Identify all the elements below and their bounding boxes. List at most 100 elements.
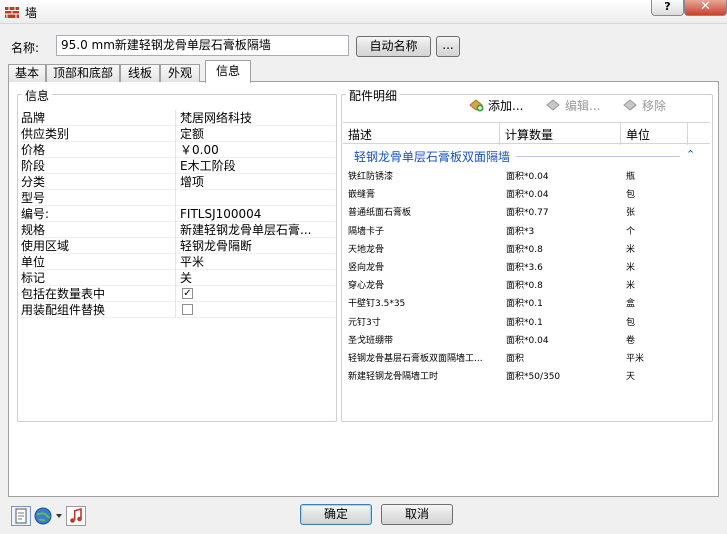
parts-table-row[interactable]: 圣戈班绷带 面积*0.04 卷 <box>348 332 688 350</box>
info-row-model[interactable]: 型号 <box>21 190 335 206</box>
part-description: 轻钢龙骨基层石膏板双面隔墙工... <box>348 354 483 364</box>
title-bar: 墙 ? ✕ <box>0 0 727 24</box>
window-title: 墙 <box>25 6 38 20</box>
name-input[interactable]: 95.0 mm新建轻钢龙骨单层石膏板隔墙 <box>56 35 349 56</box>
collapse-icon[interactable]: ⌃ <box>686 148 695 161</box>
part-quantity: 面积*0.77 <box>506 208 549 219</box>
parts-table-row[interactable]: 竖向龙骨 面积*3.6 米 <box>348 259 688 277</box>
part-description: 天地龙骨 <box>348 244 385 255</box>
tab-top-bottom[interactable]: 顶部和底部 <box>46 64 120 82</box>
tab-appearance[interactable]: 外观 <box>160 64 200 82</box>
parts-section-title[interactable]: 轻钢龙骨单层石膏板双面隔墙 <box>354 148 510 165</box>
info-value: 梵居网络科技 <box>180 111 253 125</box>
chevron-down-icon[interactable] <box>54 506 64 526</box>
parts-table-row[interactable]: 新建轻钢龙骨隔墙工时 面积*50/350 天 <box>348 368 688 386</box>
column-header-unit[interactable]: 单位 <box>626 126 650 143</box>
document-icon[interactable] <box>11 506 31 526</box>
name-label: 名称: <box>11 41 40 55</box>
part-quantity: 面积*3 <box>506 226 535 237</box>
parts-table-row[interactable]: 铁红防锈漆 面积*0.04 瓶 <box>348 168 688 186</box>
help-button[interactable]: ? <box>651 0 684 16</box>
section-divider <box>516 156 680 157</box>
part-unit: 天 <box>626 372 636 383</box>
info-key: 包括在数量表中 <box>21 286 176 302</box>
wall-dialog: 墙 ? ✕ 名称: 95.0 mm新建轻钢龙骨单层石膏板隔墙 自动名称 ... … <box>0 0 727 534</box>
tab-basic[interactable]: 基本 <box>8 64 46 82</box>
part-description: 隔墙卡子 <box>348 226 385 237</box>
remove-part-button[interactable]: 移除 <box>622 98 666 114</box>
add-part-button[interactable]: 添加... <box>468 98 523 114</box>
part-description: 铁红防锈漆 <box>348 172 394 182</box>
remove-part-label: 移除 <box>642 99 667 113</box>
add-icon <box>469 99 484 112</box>
ok-button[interactable]: 确定 <box>300 504 372 525</box>
info-row-category[interactable]: 分类 增项 <box>21 174 335 190</box>
info-value: 平米 <box>180 255 205 269</box>
add-part-label: 添加... <box>488 99 524 113</box>
info-key: 规格 <box>21 222 176 238</box>
more-button[interactable]: ... <box>436 36 460 57</box>
part-unit: 包 <box>626 317 636 328</box>
part-unit: 米 <box>626 281 636 292</box>
parts-table-row[interactable]: 普通纸面石膏板 面积*0.77 张 <box>348 204 688 222</box>
wall-icon <box>5 7 19 18</box>
edit-part-label: 编辑... <box>565 99 601 113</box>
info-key: 编号: <box>21 206 176 222</box>
column-header-description[interactable]: 描述 <box>348 126 372 143</box>
tab-molding[interactable]: 线板 <box>120 64 160 82</box>
part-unit: 个 <box>626 226 636 237</box>
column-header-quantity[interactable]: 计算数量 <box>505 126 553 143</box>
part-unit: 平米 <box>626 354 645 364</box>
info-key: 使用区域 <box>21 238 176 254</box>
part-description: 圣戈班绷带 <box>348 335 394 346</box>
info-row-stage[interactable]: 阶段 E木工阶段 <box>21 158 335 174</box>
part-description: 穿心龙骨 <box>348 281 385 292</box>
part-unit: 米 <box>626 263 636 273</box>
info-row-replace-assembly: 用装配组件替换 <box>21 302 335 318</box>
part-quantity: 面积*0.8 <box>506 281 543 292</box>
parts-table-row[interactable]: 轻钢龙骨基层石膏板双面隔墙工... 面积 平米 <box>348 350 688 368</box>
part-unit: 米 <box>626 244 636 255</box>
info-row-spec[interactable]: 规格 新建轻钢龙骨单层石膏... <box>21 222 335 238</box>
info-key: 型号 <box>21 190 176 206</box>
globe-icon[interactable] <box>33 506 53 526</box>
music-note-icon[interactable] <box>66 506 86 526</box>
info-row-supply[interactable]: 供应类别 定额 <box>21 126 335 142</box>
info-value: 轻钢龙骨隔断 <box>180 239 253 253</box>
part-description: 干壁钉3.5*35 <box>348 299 406 310</box>
part-description: 普通纸面石膏板 <box>348 208 412 219</box>
close-button[interactable]: ✕ <box>684 0 727 16</box>
part-quantity: 面积*0.04 <box>506 335 549 346</box>
info-group-title: 信息 <box>22 87 53 104</box>
part-quantity: 面积*50/350 <box>506 372 561 383</box>
parts-table-row[interactable]: 穿心龙骨 面积*0.8 米 <box>348 277 688 295</box>
info-row-area[interactable]: 使用区域 轻钢龙骨隔断 <box>21 238 335 254</box>
info-row-mark[interactable]: 标记 关 <box>21 270 335 286</box>
cancel-button[interactable]: 取消 <box>381 504 453 525</box>
parts-table-row[interactable]: 元钉3寸 面积*0.1 包 <box>348 314 688 332</box>
parts-table-row[interactable]: 天地龙骨 面积*0.8 米 <box>348 241 688 259</box>
parts-table-row[interactable]: 隔墙卡子 面积*3 个 <box>348 223 688 241</box>
info-key: 价格 <box>21 142 176 158</box>
include-in-schedule-checkbox[interactable]: ✓ <box>182 288 193 299</box>
parts-table-header: 描述 计算数量 单位 <box>343 122 710 145</box>
part-quantity: 面积*0.1 <box>506 317 543 328</box>
info-row-brand[interactable]: 品牌 梵居网络科技 <box>21 110 335 126</box>
info-value: 新建轻钢龙骨单层石膏... <box>180 223 312 237</box>
replace-assembly-checkbox[interactable] <box>182 304 193 315</box>
info-row-code[interactable]: 编号: FITLSJ100004 <box>21 206 335 222</box>
edit-part-button[interactable]: 编辑... <box>545 98 600 114</box>
info-row-unit[interactable]: 单位 平米 <box>21 254 335 270</box>
auto-name-button[interactable]: 自动名称 <box>356 36 431 57</box>
edit-icon <box>546 99 560 111</box>
part-quantity: 面积*0.1 <box>506 299 543 310</box>
parts-table-row[interactable]: 嵌缝膏 面积*0.04 包 <box>348 186 688 204</box>
remove-icon <box>623 99 637 111</box>
info-row-price[interactable]: 价格 ￥0.00 <box>21 142 335 158</box>
info-value: FITLSJ100004 <box>180 207 262 221</box>
tab-info[interactable]: 信息 <box>205 60 251 83</box>
part-description: 竖向龙骨 <box>348 263 385 273</box>
info-value: 定额 <box>180 127 205 141</box>
parts-table-row[interactable]: 干壁钉3.5*35 面积*0.1 盒 <box>348 295 688 313</box>
part-unit: 盒 <box>626 299 636 310</box>
